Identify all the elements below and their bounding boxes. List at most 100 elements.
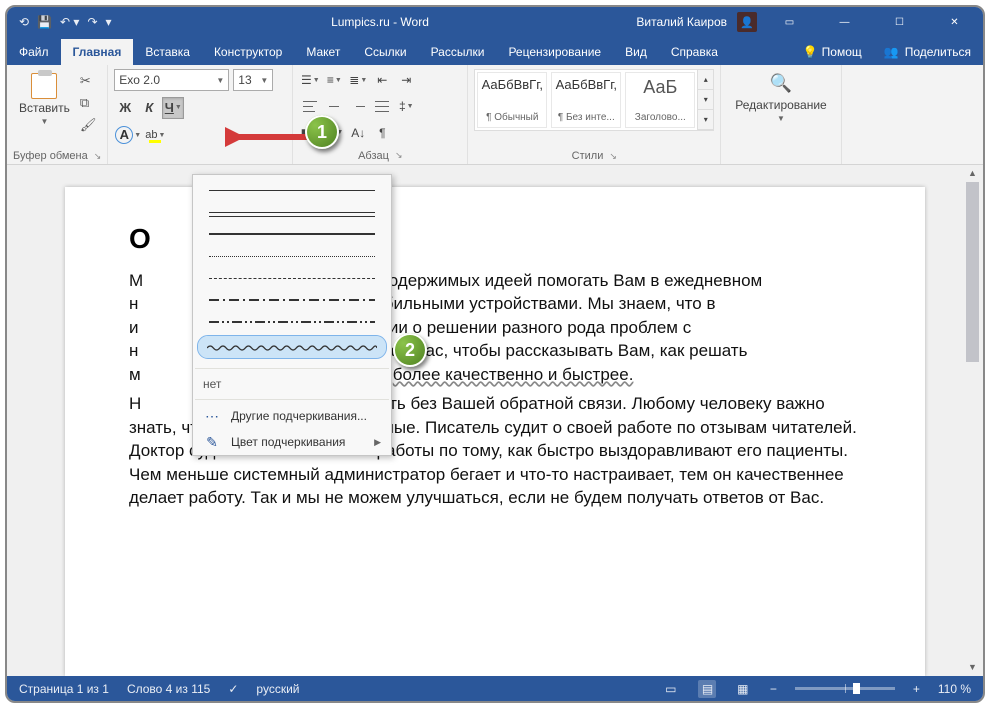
- underline-style-dashdotdot[interactable]: [199, 311, 385, 333]
- ribbon-display-icon[interactable]: ▭: [767, 7, 812, 37]
- underline-style-single[interactable]: [199, 179, 385, 201]
- lightbulb-icon: 💡: [803, 45, 818, 59]
- justify-button[interactable]: [371, 95, 393, 117]
- user-avatar[interactable]: 👤: [737, 12, 757, 32]
- window-title: Lumpics.ru - Word: [124, 15, 637, 29]
- print-layout-icon[interactable]: ▤: [698, 680, 716, 698]
- scroll-up-icon[interactable]: ▲: [964, 165, 981, 182]
- underline-style-double[interactable]: [199, 201, 385, 223]
- gallery-up-icon[interactable]: ▴: [698, 70, 713, 90]
- proofing-icon[interactable]: ✓: [228, 682, 238, 696]
- tab-design[interactable]: Конструктор: [202, 39, 294, 65]
- document-area[interactable]: О Мтов, одержимых идеей помогать Вам в е…: [7, 165, 983, 676]
- clipboard-launcher-icon[interactable]: ↘: [94, 151, 102, 162]
- undo-icon[interactable]: ↶ ▾: [60, 15, 79, 29]
- align-left-button[interactable]: [299, 95, 321, 117]
- tab-review[interactable]: Рецензирование: [496, 39, 613, 65]
- find-icon[interactable]: 🔍: [735, 73, 826, 94]
- styles-launcher-icon[interactable]: ↘: [609, 151, 617, 162]
- decrease-indent-button[interactable]: ⇤: [371, 69, 393, 91]
- format-painter-icon[interactable]: 🖌: [80, 117, 97, 133]
- bold-button[interactable]: Ж: [114, 97, 136, 119]
- underline-color[interactable]: ✎ Цвет подчеркивания ▶: [193, 429, 391, 455]
- maximize-button[interactable]: ☐: [877, 7, 922, 37]
- text-effects-button[interactable]: A▼: [114, 124, 142, 146]
- status-page[interactable]: Страница 1 из 1: [19, 682, 109, 696]
- annotation-balloon-1: 1: [305, 115, 339, 149]
- annotation-balloon-2: 2: [393, 333, 427, 367]
- zoom-in-button[interactable]: +: [913, 682, 920, 696]
- underline-more[interactable]: ⋯ Другие подчеркивания...: [193, 403, 391, 429]
- tell-me-search[interactable]: 💡 Помощ: [793, 39, 872, 65]
- underline-style-dashed[interactable]: [199, 267, 385, 289]
- style-normal[interactable]: АаБбВвГг, ¶ Обычный: [477, 72, 547, 128]
- scroll-thumb[interactable]: [966, 182, 979, 362]
- tab-view[interactable]: Вид: [613, 39, 659, 65]
- group-font: Exo 2.0▼ 13▼ Ж К Ч▼ A▼ ab▼ Шрифт: [108, 65, 293, 164]
- styles-gallery[interactable]: АаБбВвГг, ¶ Обычный АаБбВвГг, ¶ Без инте…: [474, 69, 698, 131]
- paragraph-launcher-icon[interactable]: ↘: [395, 150, 403, 161]
- style-nospacing[interactable]: АаБбВвГг, ¶ Без инте...: [551, 72, 621, 128]
- read-mode-icon[interactable]: ▭: [662, 682, 680, 696]
- zoom-slider[interactable]: [795, 687, 895, 690]
- underline-none[interactable]: нет: [193, 372, 391, 396]
- align-right-button[interactable]: [347, 95, 369, 117]
- gallery-down-icon[interactable]: ▾: [698, 90, 713, 110]
- multilevel-button[interactable]: ≣▼: [347, 69, 369, 91]
- line-spacing-button[interactable]: ‡▼: [395, 95, 417, 117]
- zoom-out-button[interactable]: −: [770, 682, 777, 696]
- underline-more-label: Другие подчеркивания...: [231, 409, 367, 423]
- font-name-combo[interactable]: Exo 2.0▼: [114, 69, 229, 91]
- status-language[interactable]: русский: [256, 682, 299, 696]
- increase-indent-button[interactable]: ⇥: [395, 69, 417, 91]
- pen-color-icon: ✎: [203, 434, 221, 451]
- tab-file[interactable]: Файл: [7, 39, 61, 65]
- share-button[interactable]: 👥 Поделиться: [872, 39, 983, 65]
- tab-help[interactable]: Справка: [659, 39, 730, 65]
- autosave-icon[interactable]: ⟲: [19, 15, 29, 29]
- bullets-button[interactable]: ☰▼: [299, 69, 321, 91]
- doc-heading: О: [129, 223, 151, 253]
- zoom-level[interactable]: 110 %: [938, 682, 971, 696]
- editing-label[interactable]: Редактирование: [735, 98, 826, 112]
- align-center-button[interactable]: [323, 95, 345, 117]
- underline-style-wave[interactable]: [197, 335, 387, 359]
- style-heading1[interactable]: АаБ Заголово...: [625, 72, 695, 128]
- tab-insert[interactable]: Вставка: [133, 39, 202, 65]
- status-words[interactable]: Слово 4 из 115: [127, 682, 210, 696]
- underline-style-thick[interactable]: [199, 223, 385, 245]
- tab-layout[interactable]: Макет: [294, 39, 352, 65]
- zoom-thumb[interactable]: [853, 683, 860, 694]
- highlight-button[interactable]: ab▼: [144, 124, 166, 146]
- redo-icon[interactable]: ↷: [87, 15, 97, 29]
- vertical-scrollbar[interactable]: ▲ ▼: [964, 165, 981, 676]
- close-button[interactable]: ✕: [932, 7, 977, 37]
- italic-button[interactable]: К: [138, 97, 160, 119]
- show-marks-button[interactable]: ¶: [371, 122, 393, 144]
- font-size-value: 13: [238, 73, 251, 87]
- tab-references[interactable]: Ссылки: [352, 39, 418, 65]
- cut-icon[interactable]: ✂: [80, 73, 97, 89]
- paste-label: Вставить: [19, 101, 70, 115]
- paste-icon: [31, 73, 57, 99]
- web-layout-icon[interactable]: ▦: [734, 682, 752, 696]
- user-name[interactable]: Виталий Каиров: [636, 15, 727, 29]
- font-size-combo[interactable]: 13▼: [233, 69, 273, 91]
- minimize-button[interactable]: —: [822, 7, 867, 37]
- underline-style-dashdot[interactable]: [199, 289, 385, 311]
- copy-icon[interactable]: ⧉: [80, 95, 97, 111]
- qa-customize-icon[interactable]: ▾: [106, 15, 112, 29]
- group-styles: АаБбВвГг, ¶ Обычный АаБбВвГг, ¶ Без инте…: [468, 65, 721, 164]
- save-icon[interactable]: 💾: [37, 15, 52, 29]
- paste-button[interactable]: Вставить ▼: [13, 69, 76, 133]
- gallery-more-icon[interactable]: ▾: [698, 110, 713, 130]
- tab-mailings[interactable]: Рассылки: [419, 39, 497, 65]
- titlebar: ⟲ 💾 ↶ ▾ ↷ ▾ Lumpics.ru - Word Виталий Ка…: [7, 7, 983, 37]
- numbering-button[interactable]: ≡▼: [323, 69, 345, 91]
- sort-button[interactable]: A↓: [347, 122, 369, 144]
- underline-button[interactable]: Ч▼: [162, 97, 184, 119]
- underline-style-dotted[interactable]: [199, 245, 385, 267]
- scroll-down-icon[interactable]: ▼: [964, 659, 981, 676]
- underline-color-label: Цвет подчеркивания: [231, 435, 345, 449]
- tab-home[interactable]: Главная: [61, 39, 134, 65]
